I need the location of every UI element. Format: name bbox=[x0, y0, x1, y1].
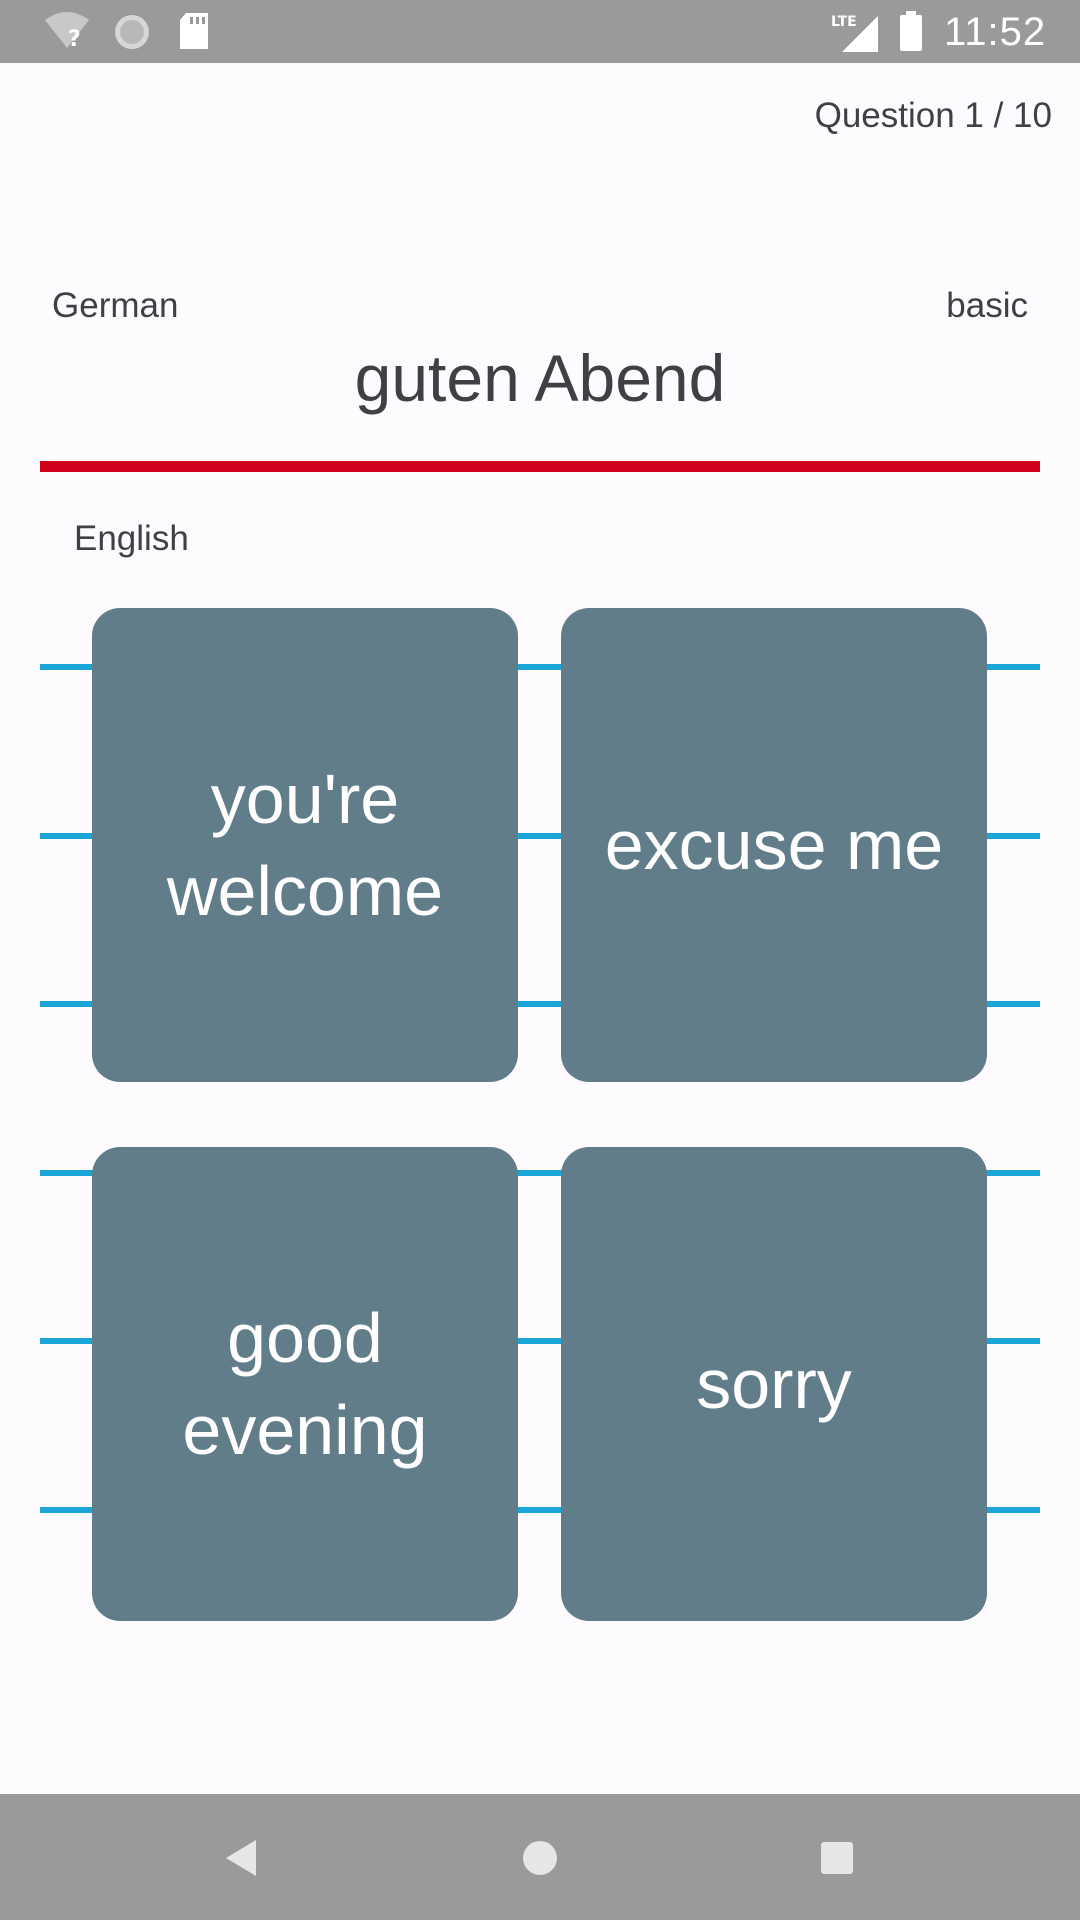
answer-label: good evening bbox=[182, 1299, 428, 1469]
recents-icon[interactable] bbox=[805, 1826, 869, 1890]
clock: 11:52 bbox=[944, 10, 1047, 54]
answer-card-youre-welcome[interactable]: you're welcome bbox=[92, 608, 518, 1082]
home-icon[interactable] bbox=[508, 1826, 572, 1890]
battery-icon bbox=[898, 10, 924, 57]
target-language-label: English bbox=[74, 519, 189, 558]
lte-signal-icon: LTE bbox=[830, 12, 880, 59]
question-counter: Question 1 / 10 bbox=[814, 96, 1052, 135]
navigation-bar bbox=[0, 1794, 1080, 1920]
sync-icon bbox=[112, 12, 152, 57]
answer-card-sorry[interactable]: sorry bbox=[561, 1147, 987, 1621]
sd-card-icon bbox=[178, 12, 210, 55]
answer-card-excuse-me[interactable]: excuse me bbox=[561, 608, 987, 1082]
status-bar: ? LTE 11:52 bbox=[0, 0, 1080, 63]
answer-label: excuse me bbox=[604, 806, 944, 884]
prompt-word: guten Abend bbox=[354, 341, 726, 415]
answer-label: you're welcome bbox=[166, 760, 444, 930]
level-label: basic bbox=[946, 286, 1028, 325]
timer-bar bbox=[40, 461, 1040, 472]
answer-card-good-evening[interactable]: good evening bbox=[92, 1147, 518, 1621]
source-language-label: German bbox=[52, 286, 179, 325]
lte-label: LTE bbox=[831, 14, 857, 30]
svg-text:?: ? bbox=[68, 27, 81, 50]
back-icon[interactable] bbox=[210, 1826, 274, 1890]
answer-label: sorry bbox=[696, 1345, 852, 1423]
wifi-unknown-icon: ? bbox=[44, 12, 90, 55]
